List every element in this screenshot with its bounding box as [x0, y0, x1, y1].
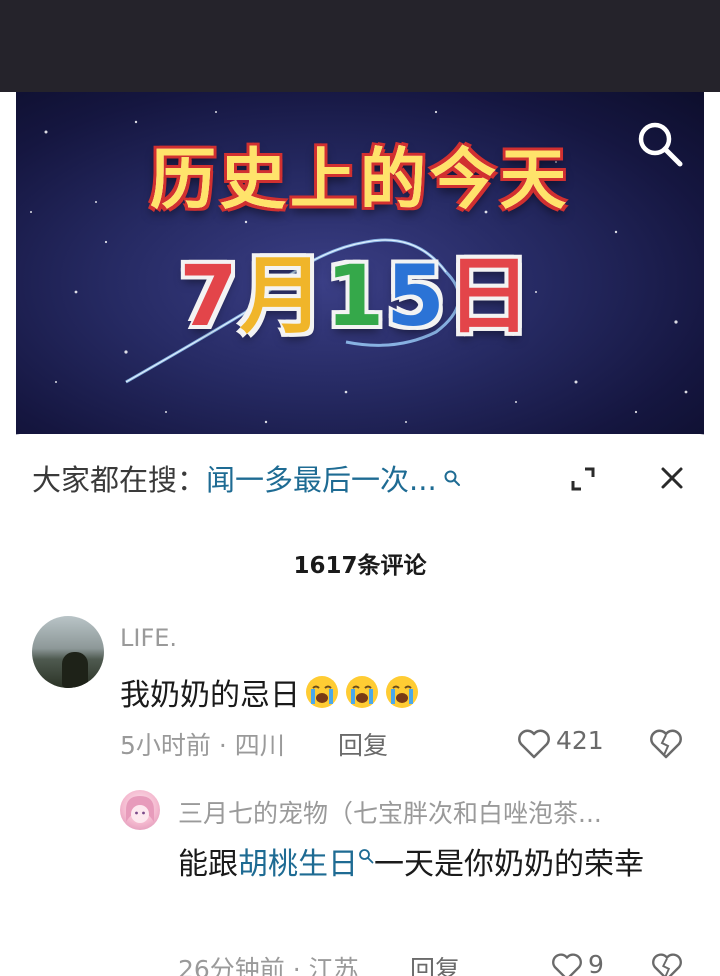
- like-count: 9: [588, 950, 604, 976]
- comment-meta: 5小时前 · 四川: [120, 731, 285, 760]
- date-part: 5: [386, 247, 447, 345]
- comment-body: 我奶奶的忌日: [120, 678, 300, 713]
- anime-avatar-icon: [126, 796, 154, 823]
- search-hint-term[interactable]: 闻一多最后一次...: [206, 457, 437, 499]
- comment-body: 能跟: [178, 847, 238, 882]
- avatar[interactable]: [120, 790, 160, 830]
- heart-icon[interactable]: [550, 952, 584, 976]
- crying-face-icon: [346, 676, 378, 708]
- video-title: 历史上的今天: [150, 141, 570, 218]
- comment-body: 一天是你奶奶的荣幸: [374, 847, 644, 882]
- comments-panel: 大家都在搜： 闻一多最后一次... 1617条评论 LIFE. 我奶奶的忌日 5…: [0, 434, 720, 976]
- broken-heart-icon[interactable]: [648, 728, 684, 760]
- search-icon: [359, 849, 374, 864]
- search-icon: [444, 470, 460, 486]
- comment-text: 我奶奶的忌日: [120, 670, 420, 714]
- heart-icon[interactable]: [516, 728, 552, 760]
- expand-icon[interactable]: [568, 464, 598, 494]
- reply-button[interactable]: 回复: [410, 950, 460, 976]
- crying-face-icon: [306, 676, 338, 708]
- broken-heart-icon[interactable]: [650, 952, 684, 976]
- comment-text: 能跟胡桃生日 一天是你奶奶的荣幸: [178, 842, 678, 888]
- comment-count: 1617条评论: [293, 553, 427, 579]
- date-part: 月: [239, 247, 326, 345]
- topic-link[interactable]: 胡桃生日: [238, 847, 358, 882]
- crying-face-icon: [386, 676, 418, 708]
- video-player[interactable]: 历史上的今天 7月15日: [16, 92, 704, 437]
- date-part: 7: [179, 247, 240, 345]
- date-part: 1: [325, 247, 387, 345]
- reply-button[interactable]: 回复: [338, 726, 388, 762]
- status-bar: [0, 0, 720, 92]
- like-count: 421: [556, 726, 604, 755]
- comment-meta: 26分钟前 · 江苏: [178, 955, 359, 976]
- close-icon[interactable]: [656, 462, 688, 494]
- search-icon[interactable]: [634, 118, 686, 170]
- search-suggestion[interactable]: 大家都在搜： 闻一多最后一次...: [32, 458, 461, 498]
- search-hint-label: 大家都在搜：: [32, 463, 207, 497]
- video-date: 7月15日: [166, 248, 546, 344]
- comment-username[interactable]: 三月七的宠物（七宝胖次和白唑泡茶...: [178, 794, 602, 830]
- avatar[interactable]: [32, 616, 104, 688]
- date-part: 日: [446, 247, 533, 345]
- comment-username[interactable]: LIFE.: [120, 624, 177, 652]
